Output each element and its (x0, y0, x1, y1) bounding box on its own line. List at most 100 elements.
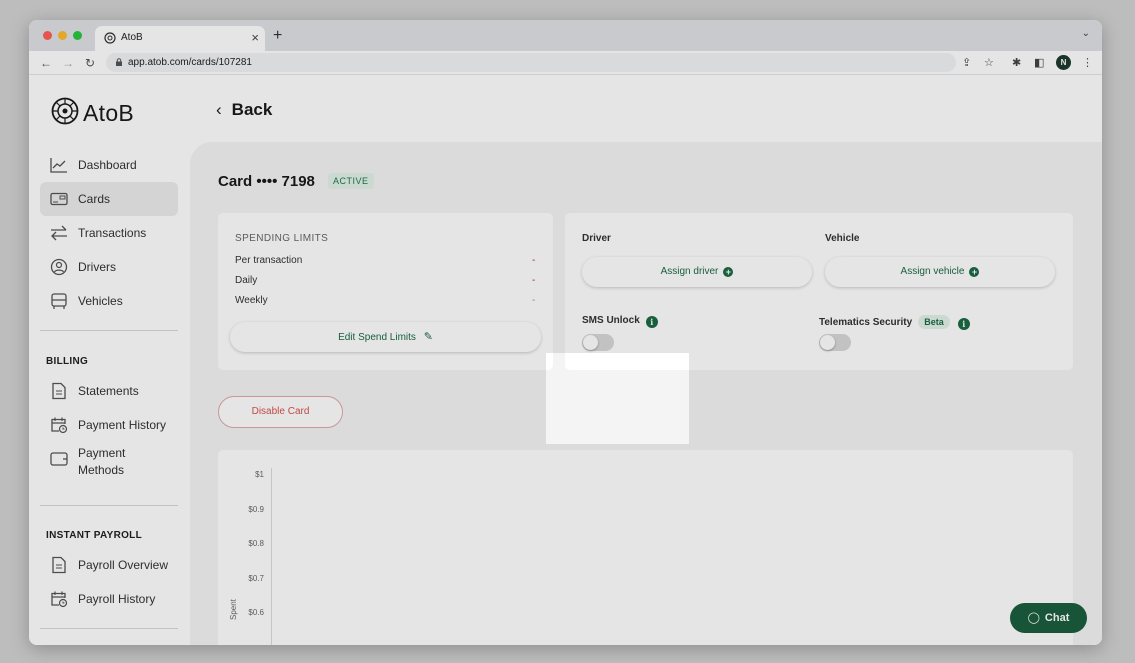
atob-logo-icon (51, 97, 79, 125)
payroll-heading: INSTANT PAYROLL (46, 530, 142, 541)
browser-toolbar: ← → ↻ app.atob.com/cards/107281 ⇪ ☆ ✱ ◧ … (29, 51, 1102, 75)
vehicle-label: Vehicle (825, 233, 860, 244)
address-bar[interactable]: app.atob.com/cards/107281 (106, 53, 956, 72)
payment-methods-label: Payment Methods (78, 446, 126, 477)
info-icon[interactable]: i (645, 316, 658, 328)
sidebar-item-drivers[interactable]: Drivers (40, 250, 178, 284)
lock-icon (116, 58, 122, 66)
minimize-window-button[interactable] (58, 31, 67, 40)
y-axis-label: Spent (229, 599, 238, 620)
page-title: Card •••• 7198 (218, 173, 315, 190)
chat-button[interactable]: ◯ Chat (1010, 603, 1087, 633)
status-badge: ACTIVE (328, 173, 374, 189)
assign-vehicle-label: Assign vehicle (900, 266, 965, 277)
assignment-panel: Driver Assign driver + Vehicle Assign veh… (565, 213, 1073, 370)
telematics-toggle[interactable] (819, 334, 851, 351)
sidebar-item-statements[interactable]: Statements (40, 374, 178, 408)
sidebar-item-label: Payment History (78, 418, 167, 432)
chat-label: Chat (1044, 612, 1070, 624)
edit-spend-limits-button[interactable]: Edit Spend Limits ✎ (230, 322, 541, 352)
sidebar-item-payment-methods[interactable]: Payment Methods (40, 442, 178, 477)
menu-kebab-icon[interactable]: ⋮ (1082, 55, 1093, 71)
sidebar-item-label: Cards (78, 192, 111, 206)
sidebar-item-cards[interactable]: Cards (40, 182, 178, 216)
close-window-button[interactable] (43, 31, 52, 40)
calendar-clock-icon (51, 591, 68, 608)
maximize-window-button[interactable] (73, 31, 82, 40)
billing-heading: BILLING (46, 356, 89, 367)
info-icon[interactable]: i (957, 318, 970, 330)
edit-spend-limits-label: Edit Spend Limits (338, 332, 416, 343)
document-icon (52, 382, 66, 400)
sidebar-item-vehicles[interactable]: Vehicles (40, 284, 178, 318)
assign-vehicle-button[interactable]: Assign vehicle + (825, 257, 1055, 287)
limit-label: Daily (235, 275, 258, 286)
card-detail-main: Card •••• 7198 ACTIVE SPENDING LIMITS Pe… (190, 142, 1102, 645)
document-icon (52, 556, 66, 574)
sidebar-divider (40, 628, 178, 629)
tab-title: AtoB (121, 32, 143, 43)
sidebar-divider (40, 505, 178, 506)
back-arrow-icon[interactable]: ← (40, 54, 52, 72)
y-tick-label: $0.7 (248, 574, 264, 583)
y-axis (271, 468, 272, 645)
logo-text: AtoB (83, 100, 135, 126)
telematics-label: Telematics Security Beta i (819, 315, 970, 330)
sidebar-item-payroll-overview[interactable]: Payroll Overview (40, 548, 178, 582)
star-icon[interactable]: ☆ (984, 55, 994, 71)
sidebar: AtoB Dashboard Cards Transactions Driver… (29, 75, 189, 645)
forward-arrow-icon[interactable]: → (62, 54, 74, 72)
limit-label: Per transaction (235, 255, 303, 266)
sidebar-item-dashboard[interactable]: Dashboard (40, 148, 178, 182)
browser-tab[interactable]: AtoB × (95, 26, 265, 51)
calendar-clock-icon (51, 417, 68, 434)
arrows-icon (51, 225, 67, 241)
sidebar-item-payroll-history[interactable]: Payroll History (40, 582, 178, 616)
card-icon (50, 192, 68, 206)
atob-favicon-icon (104, 32, 116, 44)
sidebar-divider (40, 330, 178, 331)
y-tick-label: $0.6 (248, 608, 264, 617)
y-tick-label: $1 (255, 470, 264, 479)
sms-unlock-toggle[interactable] (582, 334, 614, 351)
assign-driver-label: Assign driver (660, 266, 719, 277)
sidebar-item-payment-history[interactable]: Payment History (40, 408, 178, 442)
truck-icon (51, 293, 67, 309)
sidebar-item-label: Payroll History (78, 592, 156, 606)
profile-avatar[interactable]: N (1056, 55, 1071, 70)
browser-window: AtoB × + ⌄ ← → ↻ app.atob.com/cards/1072… (29, 20, 1102, 645)
plus-icon: + (723, 267, 734, 277)
edit-icon: ✎ (423, 331, 433, 343)
wallet-icon (50, 452, 68, 466)
assign-driver-button[interactable]: Assign driver + (582, 257, 812, 287)
app-content: AtoB Dashboard Cards Transactions Driver… (29, 75, 1102, 645)
sms-unlock-label: SMS Unlock i (582, 315, 658, 328)
disable-card-button[interactable]: Disable Card (218, 396, 343, 428)
extensions-icon[interactable]: ✱ (1012, 55, 1021, 71)
spend-chart-panel: $1 $0.9 $0.8 $0.7 $0.6 Spent (218, 450, 1073, 645)
share-icon[interactable]: ⇪ (962, 55, 971, 71)
tab-close-icon[interactable]: × (251, 29, 259, 47)
tab-strip: AtoB × + ⌄ (29, 20, 1102, 51)
sidebar-item-label: Vehicles (78, 294, 123, 308)
limit-value: - (532, 275, 536, 286)
sidepanel-icon[interactable]: ◧ (1034, 55, 1044, 71)
sidebar-item-label: Dashboard (78, 158, 137, 172)
beta-badge: Beta (918, 315, 950, 329)
tab-search-icon[interactable]: ⌄ (1082, 28, 1090, 39)
back-label: Back (231, 100, 273, 119)
sidebar-item-transactions[interactable]: Transactions (40, 216, 178, 250)
plus-icon: + (969, 267, 980, 277)
driver-label: Driver (582, 233, 611, 244)
sidebar-item-label: Drivers (78, 260, 116, 274)
sidebar-item-label: Transactions (78, 226, 147, 240)
spending-limits-heading: SPENDING LIMITS (235, 233, 329, 244)
url-text: app.atob.com/cards/107281 (128, 57, 252, 68)
sidebar-item-label: Statements (78, 384, 139, 398)
reload-icon[interactable]: ↻ (85, 54, 95, 72)
spending-limits-panel: SPENDING LIMITS Per transaction - Daily … (218, 213, 553, 370)
back-button[interactable]: ‹ Back (216, 100, 272, 120)
y-tick-label: $0.9 (248, 505, 264, 514)
sms-unlock-text: SMS Unlock (582, 315, 640, 326)
new-tab-button[interactable]: + (273, 26, 282, 46)
